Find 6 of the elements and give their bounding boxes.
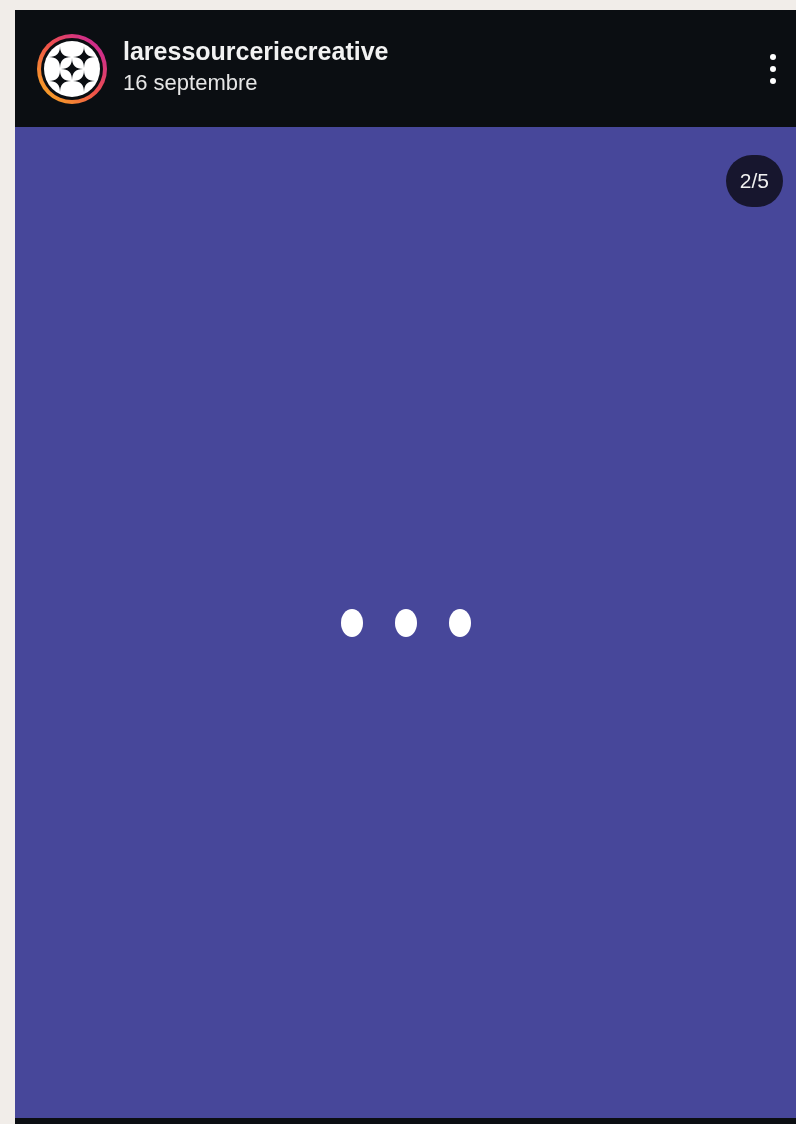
post-date: 16 septembre bbox=[123, 70, 259, 96]
username[interactable]: laressourceriecreative bbox=[123, 37, 750, 66]
avatar-icon[interactable] bbox=[35, 31, 109, 106]
slide-counter: 2/5 bbox=[725, 155, 783, 207]
more-options-icon[interactable] bbox=[770, 53, 776, 84]
loading-dots-icon bbox=[340, 608, 471, 637]
